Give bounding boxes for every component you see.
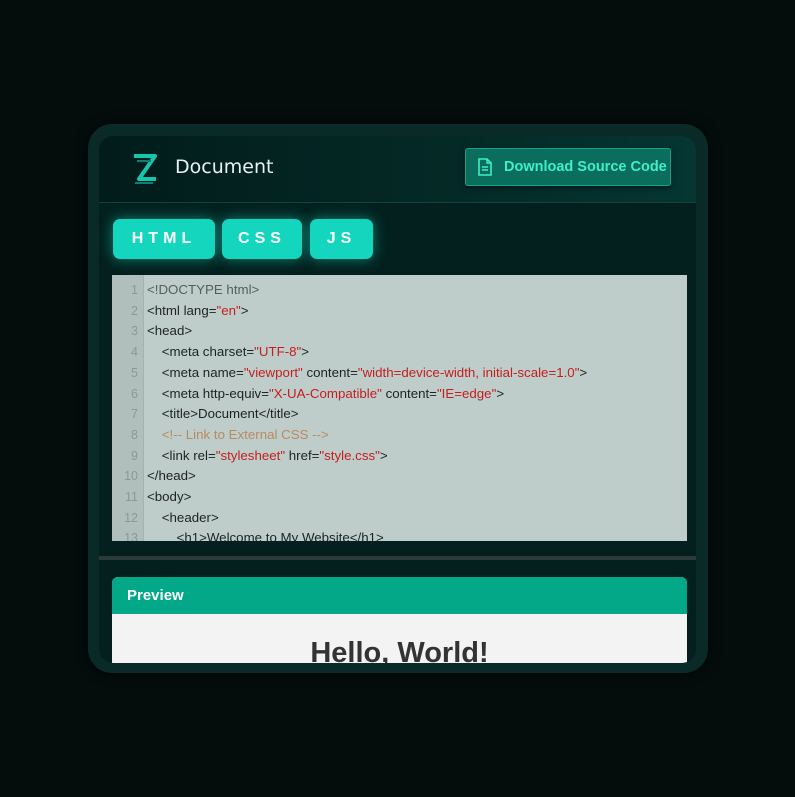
line-number: 4 [131,345,138,360]
code-text: <body> [147,489,192,504]
line-number: 9 [131,448,138,463]
code-text: </head> [147,468,196,484]
line-number: 12 [124,510,138,525]
line-number: 13 [124,531,138,541]
code-text: <meta http-equiv="X-UA-Compatible" conte… [147,385,505,401]
code-editor[interactable]: 1 <!DOCTYPE html> 2 <html lang="en"> 3 <head>… [112,275,687,541]
line-number: 10 [124,469,138,484]
code-text: <header> [147,509,219,525]
code-text: <title>Document</title> [147,406,299,422]
tab-js[interactable]: JS [310,219,373,259]
code-text: <meta name="viewport" content="width=dev… [147,364,588,380]
line-number: 8 [131,427,138,442]
code-text: <!DOCTYPE html> [147,282,260,297]
preview-header: Preview [112,577,687,614]
file-icon [478,158,492,176]
tab-html[interactable]: HTML [113,219,215,259]
editor-panel: Document Download Source Code HTML CSS J… [99,136,696,663]
page-title: Document [175,156,274,178]
line-number: 6 [131,386,138,401]
code-text: <head> [147,323,193,339]
download-label: Download Source Code [504,159,667,175]
line-number: 3 [131,324,138,339]
resize-divider[interactable] [99,556,696,560]
preview-panel: Preview Hello, World! [112,577,687,663]
line-number: 2 [131,303,138,318]
line-number: 1 [131,283,138,297]
header-bar: Document Download Source Code [99,136,696,203]
preview-heading: Hello, World! [310,637,489,663]
code-text: <!-- Link to External CSS --> [147,426,329,442]
tab-css[interactable]: CSS [222,219,302,259]
line-number: 11 [125,490,138,504]
code-text: <html lang="en"> [147,302,249,318]
download-source-button[interactable]: Download Source Code [465,148,671,186]
line-number: 7 [131,407,138,422]
code-text: <meta charset="UTF-8"> [147,344,310,360]
code-text: <h1>Welcome to My Website</h1> [147,530,384,541]
logo-icon [134,154,157,184]
preview-title: Preview [127,587,184,604]
line-number: 5 [131,365,138,380]
code-text: <link rel="stylesheet" href="style.css"> [147,447,388,463]
